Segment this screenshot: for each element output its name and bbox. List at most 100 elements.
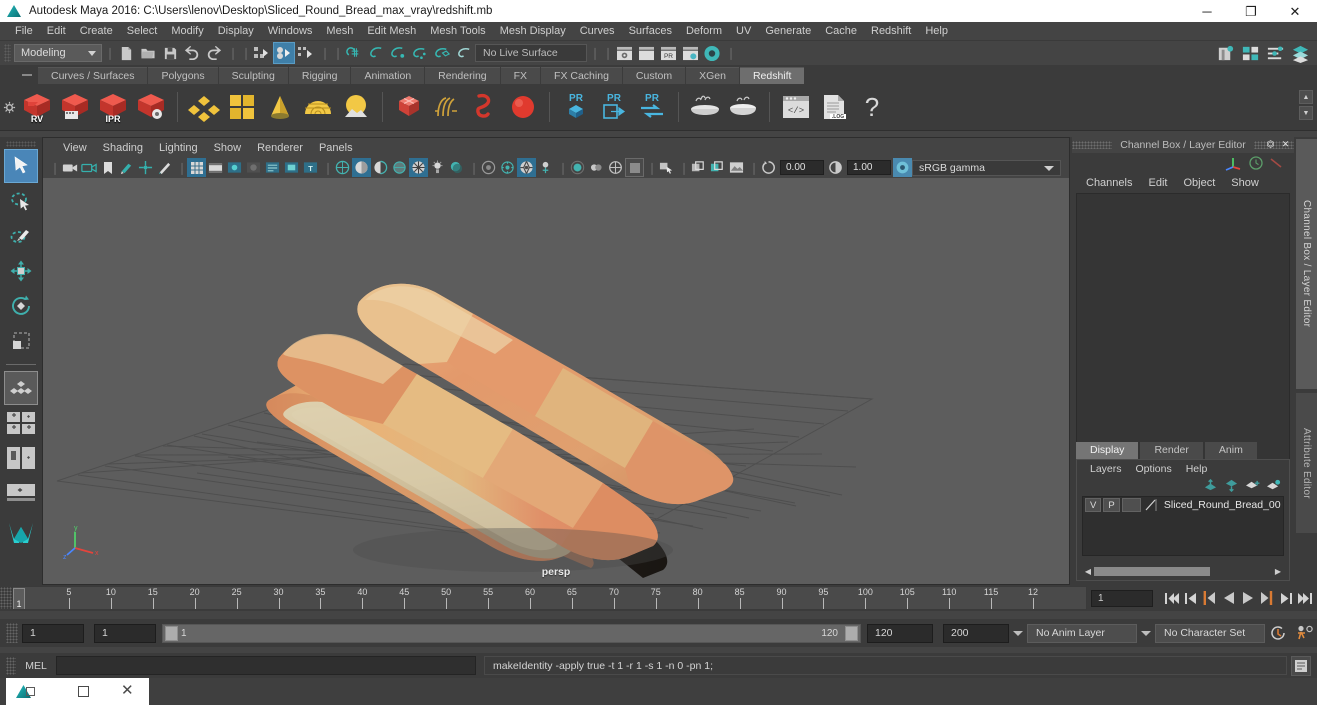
menu-item-curves[interactable]: Curves <box>573 22 622 41</box>
exposure-field[interactable]: 0.00 <box>780 160 824 175</box>
grid-toggle-icon[interactable] <box>187 158 206 177</box>
shelf-scroll-arrows[interactable]: ▲ ▼ <box>1299 90 1313 120</box>
menu-item-generate[interactable]: Generate <box>758 22 818 41</box>
redshift-help-button[interactable]: ? <box>853 87 891 127</box>
character-set-field[interactable]: No Character Set <box>1155 623 1265 643</box>
scroll-right-icon[interactable]: ▶ <box>1272 567 1284 576</box>
safe-action-icon[interactable] <box>282 158 301 177</box>
play-backwards-icon[interactable] <box>1220 589 1237 607</box>
menu-item-mesh-tools[interactable]: Mesh Tools <box>423 22 492 41</box>
range-slider-track[interactable]: 1 120 <box>162 623 861 643</box>
xray-icon[interactable] <box>568 158 587 177</box>
menuset-selector[interactable]: Modeling <box>14 44 102 62</box>
redshift-script-editor-button[interactable]: </> <box>777 87 815 127</box>
current-frame-field[interactable]: 1 <box>1091 589 1153 607</box>
layer-color-swatch[interactable] <box>1121 498 1141 512</box>
film-origin-icon[interactable] <box>263 158 282 177</box>
shelf-scroll-up-icon[interactable]: ▲ <box>1299 90 1313 104</box>
select-tool[interactable] <box>4 149 38 183</box>
menu-item-edit[interactable]: Edit <box>40 22 73 41</box>
show-hide-modeling-toolkit-icon[interactable] <box>1214 42 1236 64</box>
gamma-field[interactable]: 1.00 <box>847 160 891 175</box>
snap-to-view-plane-icon[interactable] <box>431 42 453 64</box>
anim-layer-field[interactable]: No Anim Layer <box>1027 623 1137 643</box>
range-end-handle[interactable] <box>845 625 858 641</box>
anim-layer-dropdown-arrow[interactable] <box>1009 624 1027 643</box>
snap-to-curve-icon[interactable] <box>365 42 387 64</box>
layer-list-scrollbar[interactable]: ◀ ▶ <box>1082 566 1284 577</box>
toolbox-grip[interactable] <box>6 141 36 147</box>
menu-item-create[interactable]: Create <box>73 22 120 41</box>
render-view-icon[interactable] <box>613 42 635 64</box>
scale-tool[interactable] <box>4 324 38 358</box>
lasso-select-tool[interactable] <box>4 184 38 218</box>
motion-blur-icon[interactable] <box>498 158 517 177</box>
maximize-button[interactable]: ❐ <box>1229 0 1273 22</box>
statusline-grip[interactable] <box>4 44 11 62</box>
menu-item-cache[interactable]: Cache <box>818 22 864 41</box>
vtab-channel-box-layer-editor[interactable]: Channel Box / Layer Editor <box>1296 139 1317 389</box>
redshift-physical-sun-button[interactable] <box>337 87 375 127</box>
menu-item-surfaces[interactable]: Surfaces <box>622 22 679 41</box>
menu-item-edit-mesh[interactable]: Edit Mesh <box>360 22 423 41</box>
new-scene-icon[interactable] <box>115 42 137 64</box>
channel-box-menu-object[interactable]: Object <box>1175 177 1223 189</box>
vtab-attribute-editor[interactable]: Attribute Editor <box>1296 393 1317 533</box>
shelf-tab-rendering[interactable]: Rendering <box>425 67 500 84</box>
xray-active-components-icon[interactable] <box>606 158 625 177</box>
menu-item-redshift[interactable]: Redshift <box>864 22 918 41</box>
layer-row[interactable]: V P Sliced_Round_Bread_001 <box>1083 497 1283 513</box>
rotate-tool[interactable] <box>4 289 38 323</box>
multisample-icon[interactable] <box>517 158 536 177</box>
redshift-render-view-button[interactable]: RV <box>18 87 56 127</box>
menu-item-mesh-display[interactable]: Mesh Display <box>493 22 573 41</box>
time-slider-track[interactable]: 1 5 10 15 20 25 30 35 40 45 50 55 60 65 70 75 80 85 90 95 1… <box>12 586 1087 610</box>
texture-icon[interactable] <box>409 158 428 177</box>
camera-bookmark-icon[interactable] <box>98 158 117 177</box>
object-display-layers-icon[interactable] <box>708 158 727 177</box>
redshift-pr-export-button[interactable]: PR <box>595 87 633 127</box>
smooth-shade-icon[interactable] <box>352 158 371 177</box>
time-slider-grip[interactable] <box>0 587 12 609</box>
layer-editor-tab-anim[interactable]: Anim <box>1204 442 1257 459</box>
show-hide-tool-settings-icon[interactable] <box>1264 42 1286 64</box>
undock-icon[interactable]: ⏣ <box>1264 138 1277 151</box>
snap-to-point-icon[interactable] <box>387 42 409 64</box>
range-end-field[interactable]: 120 <box>867 623 933 643</box>
redshift-pr-object-button[interactable]: PR <box>557 87 595 127</box>
redshift-material-grid-button[interactable] <box>223 87 261 127</box>
redshift-render-settings-button[interactable] <box>132 87 170 127</box>
move-tool[interactable] <box>4 254 38 288</box>
redshift-material-button[interactable] <box>185 87 223 127</box>
viewport-menu-view[interactable]: View <box>55 142 95 154</box>
redshift-sphere-button[interactable] <box>504 87 542 127</box>
menu-item-select[interactable]: Select <box>120 22 165 41</box>
screen-space-ao-icon[interactable] <box>479 158 498 177</box>
live-surface-field[interactable]: No Live Surface <box>475 44 587 62</box>
redshift-log-button[interactable]: .LOG <box>815 87 853 127</box>
range-slider-grip[interactable] <box>6 623 18 643</box>
shelf-tab-fx-caching[interactable]: FX Caching <box>541 67 622 84</box>
range-start-handle[interactable] <box>165 625 178 641</box>
isolate-select-icon[interactable] <box>536 158 555 177</box>
menu-item-display[interactable]: Display <box>211 22 261 41</box>
snap-to-grid-icon[interactable] <box>343 42 365 64</box>
shelf-tab-redshift[interactable]: Redshift <box>739 67 805 84</box>
redshift-pr-transfer-button[interactable]: PR <box>633 87 671 127</box>
layer-editor-menu-help[interactable]: Help <box>1179 463 1215 475</box>
menu-item-mesh[interactable]: Mesh <box>319 22 360 41</box>
layer-visibility-toggle[interactable]: V <box>1085 498 1102 512</box>
wireframe-on-shaded-icon[interactable] <box>390 158 409 177</box>
render-current-frame-icon[interactable] <box>635 42 657 64</box>
safe-title-icon[interactable]: T <box>301 158 320 177</box>
shelf-scroll-down-icon[interactable]: ▼ <box>1299 106 1313 120</box>
close-icon[interactable]: ✕ <box>1279 138 1292 151</box>
render-settings-icon[interactable] <box>679 42 701 64</box>
two-panes-layout[interactable] <box>4 406 38 440</box>
menu-item-modify[interactable]: Modify <box>164 22 210 41</box>
new-layer-icon[interactable] <box>1245 479 1260 492</box>
menu-item-help[interactable]: Help <box>918 22 955 41</box>
redshift-bake-button[interactable] <box>686 87 724 127</box>
select-by-object-icon[interactable] <box>273 42 295 64</box>
shelf-grip[interactable] <box>20 68 34 82</box>
